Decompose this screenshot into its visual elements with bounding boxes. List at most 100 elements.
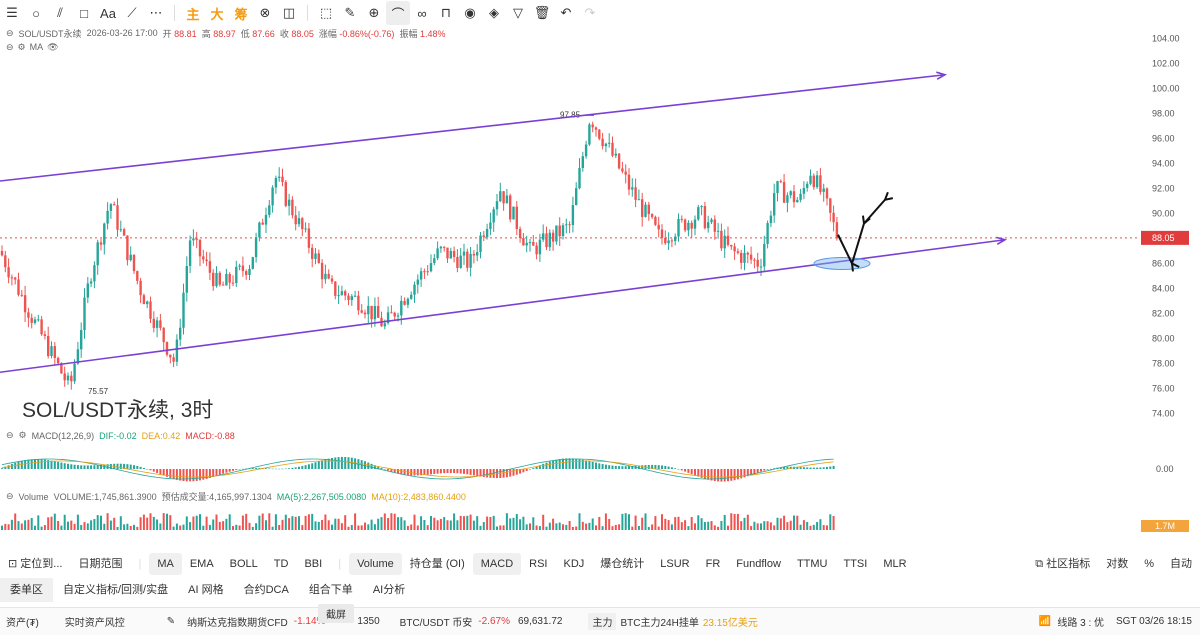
line-icon[interactable]: ⟋	[120, 1, 144, 25]
collapse-icon[interactable]: ⊖	[6, 491, 14, 502]
candle-body	[235, 266, 238, 284]
eye-icon[interactable]: ◉	[458, 1, 482, 25]
tab-ttsi[interactable]: TTSI	[835, 553, 875, 575]
circle-icon[interactable]: ○	[24, 1, 48, 25]
tab-ema[interactable]: EMA	[182, 553, 222, 575]
tab-td[interactable]: TD	[266, 553, 297, 575]
cursor-icon[interactable]: ⬚	[314, 1, 338, 25]
community-indicator-button[interactable]: ⧉ 社区指标	[1027, 553, 1098, 575]
auto-button[interactable]: 自动	[1162, 553, 1200, 575]
filter-icon[interactable]: ▽	[506, 1, 530, 25]
macd-histogram-bar	[677, 469, 680, 470]
settings-icon[interactable]: ⚙	[18, 42, 26, 53]
candle-body	[456, 256, 459, 268]
candle-body	[710, 219, 713, 223]
fib-icon[interactable]: ⫽	[48, 1, 72, 25]
macd-histogram-bar	[578, 459, 581, 469]
macd-histogram-bar	[334, 457, 337, 469]
cross-icon[interactable]: ⊗	[253, 1, 277, 25]
chip-button[interactable]: 筹	[229, 1, 253, 25]
tab-rsi[interactable]: RSI	[521, 553, 555, 575]
rect-icon[interactable]: □	[72, 1, 96, 25]
zoom-icon[interactable]: ⊕	[362, 1, 386, 25]
main-force-button[interactable]: 主	[181, 1, 205, 25]
volume-bar	[205, 516, 208, 530]
lock-icon[interactable]: ⊓	[434, 1, 458, 25]
price-chart[interactable]: 104.00 102.00 100.00 98.00 96.00 94.00 92.00 90…	[0, 26, 1200, 536]
candle-body	[202, 256, 205, 260]
trash-icon[interactable]: 🗑	[530, 1, 554, 25]
volume-bar	[281, 519, 284, 530]
tab-mlr[interactable]: MLR	[875, 553, 914, 575]
candle-body	[832, 212, 835, 223]
candle-body	[459, 255, 462, 268]
shield-icon[interactable]: ◫	[277, 1, 301, 25]
line-status[interactable]: 线路 3 : 优	[1051, 614, 1110, 629]
macd-histogram-bar	[809, 467, 812, 469]
nasdaq-label[interactable]: 纳斯达克指数期货CFD	[181, 614, 294, 629]
undo-icon[interactable]: ↶	[554, 1, 578, 25]
locate-label: 定位到...	[20, 558, 63, 570]
menu-icon[interactable]: ☰	[0, 1, 24, 25]
volume-bar	[456, 520, 459, 530]
candle-body	[604, 143, 608, 147]
asset-label[interactable]: 资产(₮)	[0, 614, 45, 629]
tab-kdj[interactable]: KDJ	[556, 553, 593, 575]
tab-combo-order[interactable]: 组合下单	[299, 578, 363, 602]
tab-ttmu[interactable]: TTMU	[789, 553, 836, 575]
macd-histogram-bar	[723, 469, 726, 482]
percent-button[interactable]: %	[1136, 553, 1162, 575]
candle-body	[426, 271, 429, 273]
collapse-icon[interactable]: ⊖	[6, 28, 14, 39]
volume-bar	[779, 518, 782, 530]
btc-24h-value: 23.15亿美元	[702, 618, 758, 629]
candle-body	[116, 205, 119, 230]
macd-histogram-bar	[86, 465, 89, 469]
tab-fundflow[interactable]: Fundflow	[728, 553, 789, 575]
candle-body	[40, 319, 43, 335]
volume-bar	[192, 516, 195, 530]
eye-icon[interactable]: 👁	[47, 42, 58, 53]
volume-bar	[657, 526, 660, 530]
settings-icon[interactable]: ⚙	[19, 430, 27, 441]
redo-icon[interactable]: ↷	[578, 1, 602, 25]
btc-label[interactable]: BTC/USDT 币安	[394, 614, 479, 629]
tab-ai-analysis[interactable]: AI分析	[363, 578, 415, 602]
more-icon[interactable]: ⋯	[144, 1, 168, 25]
text-tool-icon[interactable]: Aa	[96, 1, 120, 25]
tab-lsur[interactable]: LSUR	[652, 553, 697, 575]
tab-order-area[interactable]: 委单区	[0, 578, 53, 602]
btc-24h-label[interactable]: BTC主力24H挂单	[620, 614, 698, 629]
edit-icon[interactable]: ✎	[161, 616, 181, 627]
link-icon[interactable]: ∞	[410, 1, 434, 25]
candle-body	[693, 219, 697, 229]
risk-label[interactable]: 实时资产风控	[59, 614, 131, 629]
candle-body	[311, 247, 314, 259]
large-order-button[interactable]: 大	[205, 1, 229, 25]
tab-volume[interactable]: Volume	[349, 553, 402, 575]
tab-contract-dca[interactable]: 合约DCA	[234, 578, 299, 602]
tab-custom-indicator[interactable]: 自定义指标/回测/实盘	[53, 578, 178, 602]
candle-body	[806, 183, 809, 188]
tab-macd[interactable]: MACD	[472, 553, 522, 575]
candle-body	[37, 319, 40, 321]
tab-oi[interactable]: 持仓量 (OI)	[402, 553, 473, 575]
magnet-icon[interactable]: ⌒	[386, 1, 410, 25]
date-range-button[interactable]: 日期范围	[70, 553, 130, 575]
tab-ai-grid[interactable]: AI 网格	[178, 578, 233, 602]
layers-icon[interactable]: ◈	[482, 1, 506, 25]
tab-liquidation[interactable]: 爆仓统计	[592, 553, 652, 575]
tab-ma[interactable]: MA	[149, 553, 182, 575]
collapse-icon[interactable]: ⊖	[6, 430, 14, 441]
macd-histogram-bar	[621, 466, 624, 469]
tab-boll[interactable]: BOLL	[222, 553, 266, 575]
collapse-icon[interactable]: ⊖	[6, 42, 14, 53]
tab-bbi[interactable]: BBI	[296, 553, 330, 575]
locate-button[interactable]: ⊡ 定位到...	[0, 553, 70, 575]
pen-icon[interactable]: ✎	[338, 1, 362, 25]
chart-canvas[interactable]: 104.00 102.00 100.00 98.00 96.00 94.00 92.00 90…	[0, 26, 1200, 536]
log-scale-button[interactable]: 对数	[1098, 553, 1136, 575]
volume-bar	[713, 525, 716, 530]
candle-body	[172, 357, 175, 362]
tab-fr[interactable]: FR	[698, 553, 729, 575]
